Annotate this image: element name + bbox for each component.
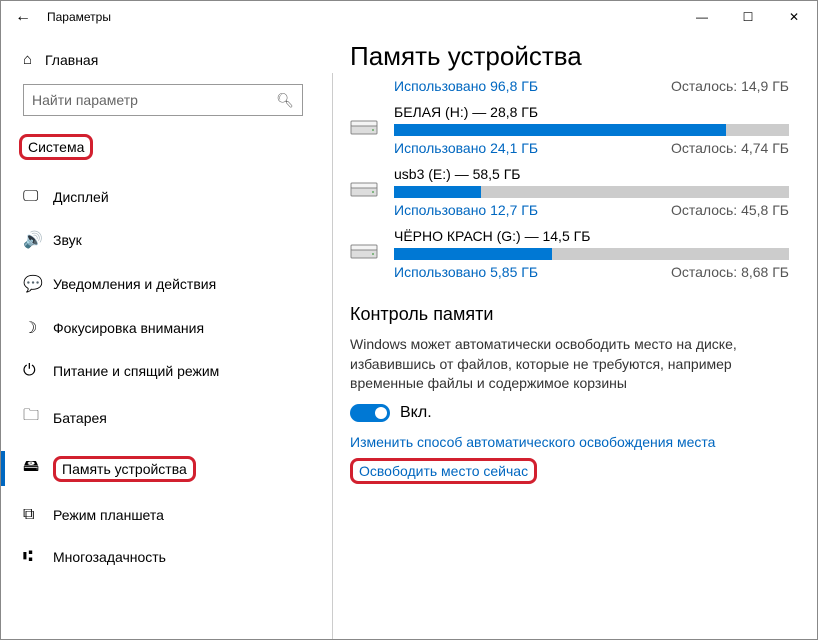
title-bar: ← Параметры — ☐ ✕ (1, 1, 817, 33)
storage-sense-description: Windows может автоматически освободить м… (350, 335, 770, 394)
storage-icon: 🖴 (23, 455, 53, 482)
nav-label: Питание и спящий режим (53, 363, 219, 379)
search-placeholder: Найти параметр (32, 92, 138, 108)
used-label[interactable]: Использовано 5,85 ГБ (394, 264, 538, 280)
hdd-icon (350, 166, 394, 218)
drive-name: БЕЛАЯ (H:) — 28,8 ГБ (394, 104, 789, 120)
main-content: Память устройства Использовано 96,8 ГБ О… (331, 33, 817, 639)
usage-bar (394, 124, 789, 136)
drive-name: ЧЁРНО КРАСН (G:) — 14,5 ГБ (394, 228, 789, 244)
nav-item-focus[interactable]: ☽Фокусировка внимания (1, 306, 331, 350)
back-icon[interactable]: ← (9, 8, 37, 26)
window-title: Параметры (47, 10, 111, 24)
search-input[interactable]: Найти параметр 🔍︎ (23, 84, 303, 116)
used-label[interactable]: Использовано 12,7 ГБ (394, 202, 538, 218)
nav-label: Уведомления и действия (53, 276, 216, 292)
nav-item-multitask[interactable]: ⑆Многозадачность (1, 536, 331, 578)
hdd-icon (350, 228, 394, 280)
free-label: Осталось: 45,8 ГБ (671, 202, 789, 218)
top-used-label[interactable]: Использовано 96,8 ГБ (394, 78, 538, 94)
sound-icon: 🔊 (23, 230, 53, 250)
tablet-icon: ⧉ (23, 506, 53, 524)
page-title: Память устройства (350, 41, 789, 72)
nav-item-display[interactable]: 🖵Дисплей (1, 176, 331, 218)
free-label: Осталось: 4,74 ГБ (671, 140, 789, 156)
nav-item-storage[interactable]: 🖴Память устройства (1, 443, 331, 494)
section-heading-system: Система (19, 134, 93, 160)
nav-label: Многозадачность (53, 549, 166, 565)
drive-row[interactable]: ЧЁРНО КРАСН (G:) — 14,5 ГБ Использовано … (350, 228, 789, 280)
top-free-label: Осталось: 14,9 ГБ (671, 78, 789, 94)
notification-icon: 💬 (23, 274, 53, 294)
nav-label: Фокусировка внимания (53, 320, 204, 336)
home-icon: ⌂ (23, 51, 45, 68)
nav-label: Батарея (53, 410, 107, 426)
battery-icon: 🗀 (23, 404, 53, 431)
drive-row[interactable]: usb3 (E:) — 58,5 ГБ Использовано 12,7 ГБ… (350, 166, 789, 218)
nav-item-notifications[interactable]: 💬Уведомления и действия (1, 262, 331, 306)
usage-bar (394, 186, 789, 198)
toggle-label: Вкл. (400, 404, 432, 422)
nav-item-sound[interactable]: 🔊Звук (1, 218, 331, 262)
used-label[interactable]: Использовано 24,1 ГБ (394, 140, 538, 156)
nav-label: Дисплей (53, 189, 109, 205)
nav-item-tablet[interactable]: ⧉Режим планшета (1, 494, 331, 536)
nav-label: Память устройства (53, 456, 196, 482)
home-nav[interactable]: ⌂ Главная (1, 43, 331, 76)
storage-sense-heading: Контроль памяти (350, 304, 789, 325)
search-icon: 🔍︎ (276, 92, 294, 109)
power-icon: ⏻ (23, 362, 53, 380)
free-up-now-link[interactable]: Освободить место сейчас (350, 458, 789, 484)
nav-item-power[interactable]: ⏻Питание и спящий режим (1, 350, 331, 392)
minimize-button[interactable]: — (679, 1, 725, 33)
multitask-icon: ⑆ (23, 548, 53, 566)
drive-row[interactable]: БЕЛАЯ (H:) — 28,8 ГБ Использовано 24,1 Г… (350, 104, 789, 156)
hdd-icon (350, 104, 394, 156)
home-label: Главная (45, 52, 98, 68)
change-auto-link[interactable]: Изменить способ автоматического освобожд… (350, 434, 789, 450)
moon-icon: ☽ (23, 318, 53, 338)
storage-sense-toggle[interactable] (350, 404, 390, 422)
nav-item-battery[interactable]: 🗀Батарея (1, 392, 331, 443)
usage-bar (394, 248, 789, 260)
sidebar: ⌂ Главная Найти параметр 🔍︎ Система 🖵Дис… (1, 33, 331, 639)
free-label: Осталось: 8,68 ГБ (671, 264, 789, 280)
maximize-button[interactable]: ☐ (725, 1, 771, 33)
nav-label: Режим планшета (53, 507, 164, 523)
drive-name: usb3 (E:) — 58,5 ГБ (394, 166, 789, 182)
nav-list: 🖵Дисплей 🔊Звук 💬Уведомления и действия ☽… (1, 170, 331, 578)
close-button[interactable]: ✕ (771, 1, 817, 33)
nav-label: Звук (53, 232, 82, 248)
display-icon: 🖵 (23, 188, 53, 206)
